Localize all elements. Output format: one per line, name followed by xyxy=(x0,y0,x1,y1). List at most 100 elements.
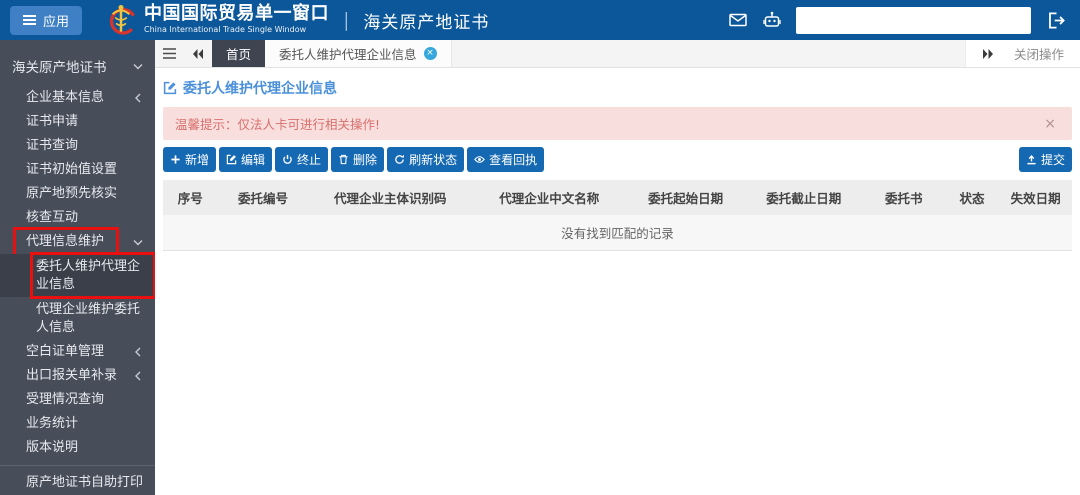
sidebar-item-label: 原产地证书自助打印 xyxy=(26,475,144,491)
hamburger-icon xyxy=(23,13,36,27)
collapse-sidebar-icon[interactable] xyxy=(155,40,184,67)
upload-icon xyxy=(1027,154,1036,165)
sidebar-nav: 海关原产地证书 企业基本信息 证书申请 证书查询 证书初始值设置 原产地预先核实… xyxy=(0,40,155,495)
view-receipt-button[interactable]: 查看回执 xyxy=(467,147,545,172)
brand-subtitle: China International Trade Single Window xyxy=(144,25,307,35)
button-label: 编辑 xyxy=(241,153,266,167)
close-operations-menu[interactable]: 关闭操作 xyxy=(1014,44,1064,63)
sidebar-item-coo-self-service-print[interactable]: 原产地证书自助打印 xyxy=(0,471,155,495)
edit-icon xyxy=(226,154,237,165)
col-power-of-attorney: 委托书 xyxy=(862,180,945,215)
chevron-left-icon xyxy=(135,93,141,103)
chevron-down-icon xyxy=(133,63,143,69)
sidebar-item-label: 受理情况查询 xyxy=(26,392,105,408)
tab-strip-right-controls: 关闭操作 xyxy=(964,40,1080,67)
logout-icon[interactable] xyxy=(1047,11,1066,30)
sidebar-item-label: 证书初始值设置 xyxy=(26,162,118,177)
sidebar-item-label: 原产地预先核实 xyxy=(26,186,118,201)
tab-strip: 首页 委托人维护代理企业信息 × 关闭操作 xyxy=(155,40,1080,68)
sidebar-item-label: 业务统计 xyxy=(26,416,79,432)
tab-principal-maintain-agent-info[interactable]: 委托人维护代理企业信息 × xyxy=(265,40,452,67)
sidebar-item-label: 版本说明 xyxy=(26,440,79,456)
sidebar-item-version-notes[interactable]: 版本说明 xyxy=(0,436,155,460)
button-label: 提交 xyxy=(1040,153,1065,167)
top-header: 应用 中国国际贸易单一窗口 China International Trade … xyxy=(0,0,1080,40)
button-label: 终止 xyxy=(297,153,322,167)
sidebar-item-label: 空白证单管理 xyxy=(26,344,105,360)
button-label: 删除 xyxy=(353,153,378,167)
sidebar-item-label: 证书查询 xyxy=(26,138,79,153)
page-title-row: 委托人维护代理企业信息 xyxy=(155,68,1080,102)
sidebar-item-blank-certificate-management[interactable]: 空白证单管理 xyxy=(0,340,155,364)
edit-button[interactable]: 编辑 xyxy=(219,147,273,172)
sidebar-item-certificate-apply[interactable]: 证书申请 xyxy=(0,110,155,134)
button-label: 刷新状态 xyxy=(409,153,458,167)
sidebar-item-certificate-initial-settings[interactable]: 证书初始值设置 xyxy=(0,158,155,182)
sidebar-item-principal-maintain-agent-info[interactable]: 委托人维护代理企业信息 xyxy=(0,251,155,300)
tab-close-icon[interactable]: × xyxy=(423,47,437,60)
tab-label: 委托人维护代理企业信息 xyxy=(279,47,417,62)
brand-block: 中国国际贸易单一窗口 China International Trade Sin… xyxy=(144,3,330,35)
col-start-date: 委托起始日期 xyxy=(626,180,745,215)
chevron-left-icon xyxy=(135,371,141,381)
sidebar-item-acceptance-status-query[interactable]: 受理情况查询 xyxy=(0,388,155,412)
alert-message: 温馨提示：仅法人卡可进行相关操作! xyxy=(175,117,381,132)
sidebar-item-label: 委托人维护代理企业信息 xyxy=(36,259,141,292)
apps-menu-button[interactable]: 应用 xyxy=(10,5,83,35)
sidebar-root-label: 海关原产地证书 xyxy=(12,60,107,76)
sidebar-item-agent-info-maintenance[interactable]: 代理信息维护 xyxy=(0,227,155,257)
col-status: 状态 xyxy=(944,180,1000,215)
tab-home[interactable]: 首页 xyxy=(212,40,266,67)
sidebar-item-label: 核查互动 xyxy=(26,210,79,225)
scroll-tabs-left-icon[interactable] xyxy=(184,40,212,67)
sidebar-section-divider xyxy=(0,465,155,467)
header-user-input[interactable] xyxy=(796,6,1031,34)
chevron-left-icon xyxy=(135,347,141,357)
header-divider: | xyxy=(343,9,350,31)
sidebar-item-agent-maintain-principal-info[interactable]: 代理企业维护委托人信息 xyxy=(0,297,155,340)
sidebar-item-company-basic-info[interactable]: 企业基本信息 xyxy=(0,86,155,110)
robot-icon[interactable] xyxy=(762,10,782,30)
sidebar-item-origin-pre-verification[interactable]: 原产地预先核实 xyxy=(0,182,155,206)
col-agent-entity-id: 代理企业主体识别码 xyxy=(308,180,473,215)
table-header-row: 序号 委托编号 代理企业主体识别码 代理企业中文名称 委托起始日期 委托截止日期… xyxy=(163,180,1072,215)
delete-button[interactable]: 删除 xyxy=(331,147,385,172)
brand-title: 中国国际贸易单一窗口 xyxy=(144,3,330,25)
mail-icon[interactable] xyxy=(728,10,748,30)
sidebar-root-customs-coo[interactable]: 海关原产地证书 xyxy=(0,48,155,86)
sidebar-item-business-statistics[interactable]: 业务统计 xyxy=(0,412,155,436)
scroll-tabs-right-icon[interactable] xyxy=(982,44,994,63)
refresh-status-button[interactable]: 刷新状态 xyxy=(387,147,465,172)
button-label: 新增 xyxy=(185,153,210,167)
apps-menu-label: 应用 xyxy=(43,14,70,30)
module-title: 海关原产地证书 xyxy=(363,12,490,33)
power-icon xyxy=(283,154,292,164)
col-seq-no: 序号 xyxy=(163,180,218,215)
app-window: 应用 中国国际贸易单一窗口 China International Trade … xyxy=(0,0,1080,495)
sidebar-item-certificate-query[interactable]: 证书查询 xyxy=(0,134,155,158)
button-label: 查看回执 xyxy=(489,153,538,167)
empty-state-message: 没有找到匹配的记录 xyxy=(163,215,1072,251)
toolbar: 新增 编辑 终止 删除 刷新状态 查看回执 提交 xyxy=(163,147,1072,172)
page-title: 委托人维护代理企业信息 xyxy=(183,81,337,97)
col-agent-cn-name: 代理企业中文名称 xyxy=(472,180,627,215)
delegation-table: 序号 委托编号 代理企业主体识别码 代理企业中文名称 委托起始日期 委托截止日期… xyxy=(163,180,1072,251)
col-expiry-date: 失效日期 xyxy=(999,180,1072,215)
alert-close-icon[interactable]: × xyxy=(1040,116,1060,132)
sidebar-item-label: 代理企业维护委托人信息 xyxy=(36,302,141,335)
submit-button[interactable]: 提交 xyxy=(1018,147,1072,172)
terminate-button[interactable]: 终止 xyxy=(275,147,329,172)
sidebar-item-label: 代理信息维护 xyxy=(26,234,105,249)
sidebar-item-verification-interaction[interactable]: 核查互动 xyxy=(0,206,155,230)
trash-icon xyxy=(339,154,348,165)
plus-icon xyxy=(171,155,180,164)
table-empty-row: 没有找到匹配的记录 xyxy=(163,215,1072,251)
main-content: 首页 委托人维护代理企业信息 × 关闭操作 委托人维护代理企业信息 温馨提示：仅… xyxy=(155,40,1080,495)
col-end-date: 委托截止日期 xyxy=(744,180,863,215)
edit-page-icon xyxy=(163,81,177,95)
sidebar-item-export-declaration-supplement[interactable]: 出口报关单补录 xyxy=(0,364,155,388)
sidebar-item-label: 出口报关单补录 xyxy=(26,368,118,384)
add-button[interactable]: 新增 xyxy=(163,147,217,172)
warning-alert: 温馨提示：仅法人卡可进行相关操作! × xyxy=(163,107,1072,140)
tab-label: 首页 xyxy=(226,47,252,62)
